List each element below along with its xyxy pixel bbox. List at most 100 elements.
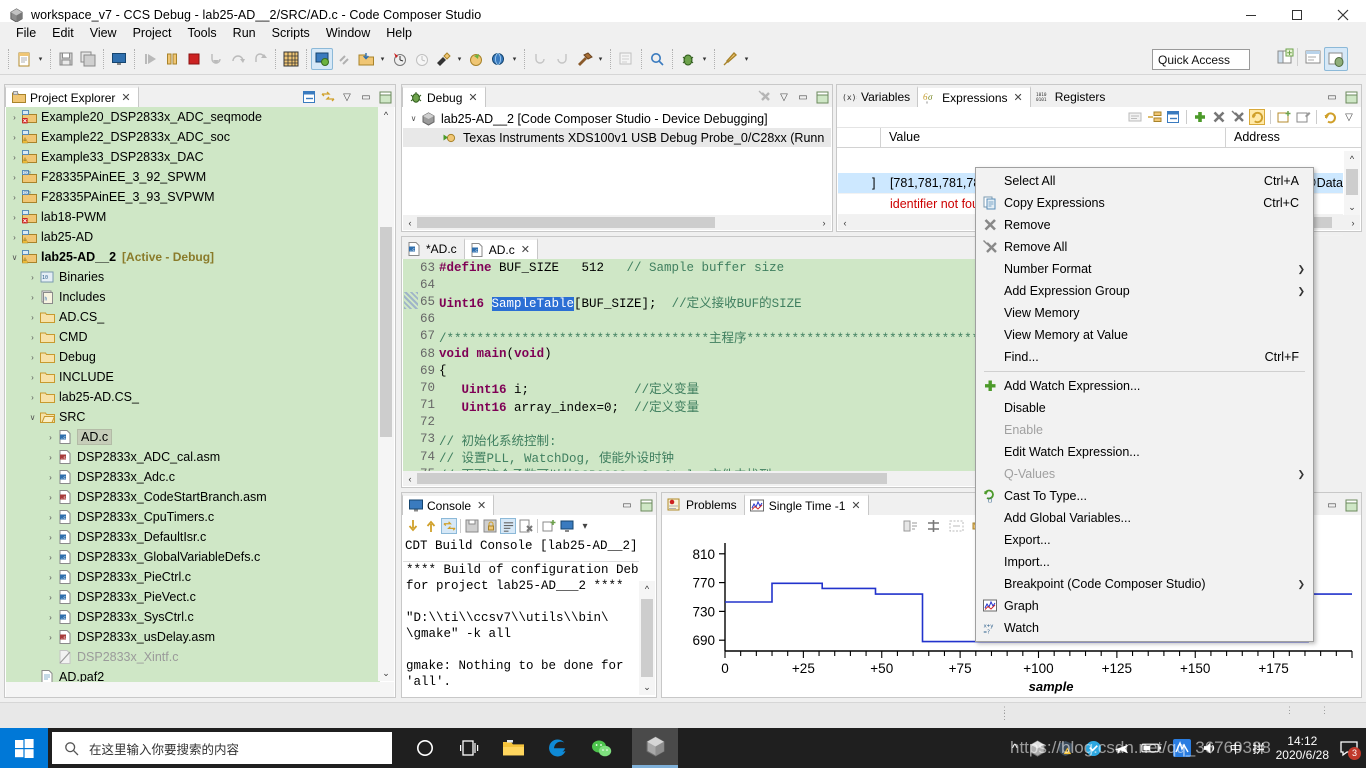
resize-grip[interactable]: ⋮ (1320, 706, 1329, 715)
tab-single-time-1[interactable]: Single Time -1 ✕ (743, 494, 869, 515)
tray-battery-icon[interactable] (1140, 741, 1162, 755)
maximize-panel-icon[interactable] (638, 497, 654, 513)
chevron-right-icon[interactable]: › (8, 173, 21, 182)
tree-item[interactable]: › .s DSP2833x_CodeStartBranch.asm (6, 487, 380, 507)
remove-console-icon[interactable] (518, 518, 534, 534)
context-menu-item-copy-expressions[interactable]: Copy Expressions Ctrl+C (976, 192, 1313, 214)
tree-item[interactable]: › INCLUDE (6, 367, 380, 387)
chevron-right-icon[interactable]: › (26, 393, 39, 402)
scroll-down-icon[interactable]: ⌄ (378, 665, 394, 681)
debug-hscrollbar[interactable]: ‹ › (403, 215, 831, 230)
scroll-up-icon[interactable]: ^ (378, 107, 394, 123)
tree-item[interactable]: › .c DSP2833x_CpuTimers.c (6, 507, 380, 527)
scroll-left-icon[interactable]: ‹ (403, 218, 417, 228)
tab-variables[interactable]: (x)= Variables (837, 86, 917, 107)
chevron-right-icon[interactable]: › (44, 533, 57, 542)
expressions-vscrollbar[interactable]: ^ ⌄ (1344, 151, 1360, 215)
chevron-down-icon[interactable]: ∨ (8, 253, 21, 262)
close-icon[interactable]: ✕ (468, 91, 477, 104)
tree-item[interactable]: › CMD (6, 327, 380, 347)
scroll-down-arrow-icon[interactable] (405, 518, 421, 534)
context-menu-item-edit-watch-expression[interactable]: Edit Watch Expression... (976, 441, 1313, 463)
scroll-right-icon[interactable]: › (1346, 218, 1360, 228)
tree-item[interactable]: › Example20_DSP2833x_ADC_seqmode (6, 107, 380, 127)
chevron-right-icon[interactable]: › (44, 593, 57, 602)
tree-item[interactable]: › .c DSP2833x_PieCtrl.c (6, 567, 380, 587)
context-menu-item-import[interactable]: Import... (976, 551, 1313, 573)
graph-properties-icon[interactable] (902, 518, 918, 534)
chevron-right-icon[interactable]: › (26, 353, 39, 362)
tree-item[interactable]: › CCS F28335PAinEE_3_92_SPWM (6, 167, 380, 187)
run-dropdown-icon[interactable]: ▾ (741, 48, 752, 70)
wechat-icon[interactable] (588, 732, 614, 764)
debug-dropdown-icon[interactable]: ▾ (699, 48, 710, 70)
debug-tree-row[interactable]: Texas Instruments XDS100v1 USB Debug Pro… (403, 128, 831, 147)
resize-grip[interactable]: ⋮ (1285, 706, 1294, 715)
taskbar-clock[interactable]: 14:12 2020/6/28 (1276, 734, 1329, 762)
context-menu-item-cast-to-type[interactable]: () Cast To Type... (976, 485, 1313, 507)
search-icon[interactable] (646, 48, 668, 70)
context-menu-item-export[interactable]: Export... (976, 529, 1313, 551)
tree-item[interactable]: › lab25-AD.CS_ (6, 387, 380, 407)
view-menu-icon[interactable]: ▽ (776, 89, 792, 105)
save-icon[interactable] (55, 48, 77, 70)
edit-expression-group-icon[interactable] (1295, 109, 1311, 125)
tab-console[interactable]: Console ✕ (402, 494, 495, 515)
console-output[interactable]: **** Build of configuration Debug for pr… (403, 561, 639, 687)
lock-console-icon[interactable] (482, 518, 498, 534)
save-all-icon[interactable] (77, 48, 99, 70)
globe-icon[interactable] (487, 48, 509, 70)
minimize-panel-icon[interactable]: ▭ (1324, 89, 1340, 105)
scroll-left-icon[interactable]: ‹ (838, 218, 852, 228)
scroll-left-icon[interactable]: ‹ (403, 474, 417, 484)
terminal-icon[interactable] (108, 48, 130, 70)
maximize-panel-icon[interactable] (1343, 497, 1359, 513)
maximize-panel-icon[interactable] (814, 89, 830, 105)
chevron-right-icon[interactable]: › (44, 573, 57, 582)
editor-tab[interactable]: .c AD.c ✕ (463, 238, 538, 259)
new-console-view-icon[interactable] (541, 518, 557, 534)
context-menu-item-watch[interactable]: x+y =? Watch (976, 617, 1313, 639)
tree-item[interactable]: › h Includes (6, 287, 380, 307)
tree-item[interactable]: › Example22_DSP2833x_ADC_soc (6, 127, 380, 147)
tray-ccs-icon[interactable] (1029, 739, 1046, 757)
link-console-icon[interactable] (441, 518, 457, 534)
display-console-icon[interactable] (559, 518, 575, 534)
minimize-panel-icon[interactable]: ▭ (619, 497, 635, 513)
project-tree-vscrollbar[interactable]: ^ ⌄ (378, 107, 394, 681)
chevron-right-icon[interactable]: › (44, 633, 57, 642)
new-file-icon[interactable] (13, 48, 35, 70)
build-hammer-icon[interactable] (573, 48, 595, 70)
collapse-all-icon[interactable] (301, 89, 317, 105)
tree-item[interactable]: › .c DSP2833x_SysCtrl.c (6, 607, 380, 627)
tree-item[interactable]: › .c AD.c (6, 427, 380, 447)
chevron-right-icon[interactable]: › (8, 213, 21, 222)
close-icon[interactable]: ✕ (851, 499, 860, 512)
col-address-header[interactable]: Address (1226, 128, 1280, 148)
project-tree-hscrollbar[interactable] (6, 682, 394, 697)
cortana-icon[interactable] (412, 732, 438, 764)
continuous-refresh-icon[interactable] (1249, 109, 1265, 125)
tree-item[interactable]: › .s DSP2833x_usDelay.asm (6, 627, 380, 647)
notifications-icon[interactable]: 3 (1340, 740, 1361, 760)
tree-item[interactable]: › CCS F28335PAinEE_3_93_SVPWM (6, 187, 380, 207)
scroll-right-icon[interactable]: › (817, 218, 831, 228)
scroll-thumb[interactable] (641, 599, 653, 677)
quick-access-input[interactable]: Quick Access (1152, 49, 1250, 70)
tree-item[interactable]: › .c DSP2833x_PieVect.c (6, 587, 380, 607)
console-dropdown-icon[interactable]: ▾ (577, 518, 593, 534)
link-with-editor-icon[interactable] (320, 89, 336, 105)
console-vscrollbar[interactable]: ^ ⌄ (639, 581, 655, 695)
tab-problems[interactable]: Problems (662, 494, 744, 515)
context-menu-item-graph[interactable]: Graph (976, 595, 1313, 617)
new-file-dropdown-icon[interactable]: ▾ (35, 48, 46, 70)
chevron-right-icon[interactable]: › (8, 133, 21, 142)
chevron-right-icon[interactable]: › (44, 493, 57, 502)
tree-item[interactable]: › Debug (6, 347, 380, 367)
context-menu-item-add-expression-group[interactable]: Add Expression Group ❯ (976, 280, 1313, 302)
edge-browser-icon[interactable] (544, 732, 570, 764)
tree-item[interactable]: ∨ lab25-AD__2 [Active - Debug] (6, 247, 380, 267)
scroll-thumb[interactable] (417, 473, 887, 484)
tree-item[interactable]: › lab25-AD (6, 227, 380, 247)
start-button[interactable] (0, 728, 48, 768)
